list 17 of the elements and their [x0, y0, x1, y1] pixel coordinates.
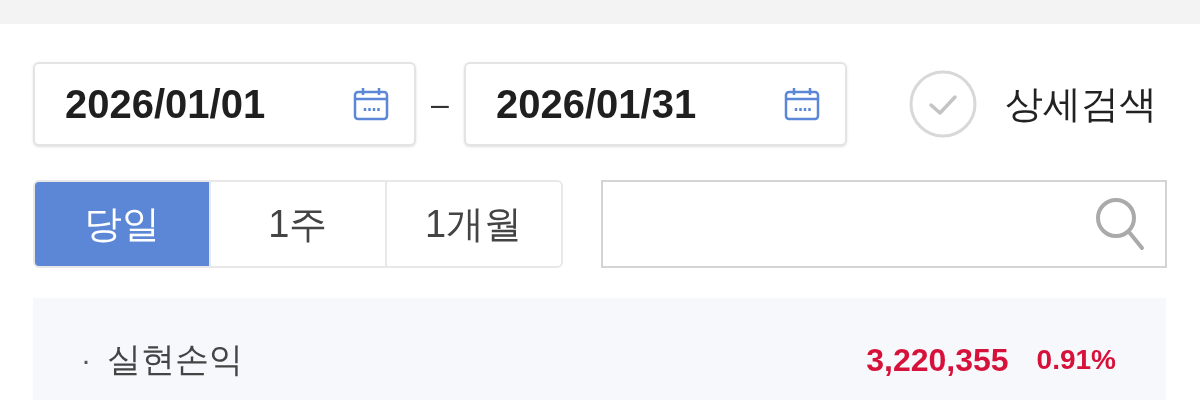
search-icon[interactable]: [1095, 197, 1145, 251]
check-icon[interactable]: [909, 70, 977, 138]
date-value: 2026/01/31: [496, 81, 697, 128]
date-value: 2026/01/01: [65, 81, 266, 128]
calendar-icon: [783, 86, 821, 122]
date-field[interactable]: 2026/01/31: [464, 62, 847, 146]
period-tab[interactable]: 1개월: [384, 182, 561, 266]
calendar-icon: [352, 86, 390, 122]
range-separator: –: [430, 85, 450, 124]
profit-rate: 0.91%: [1036, 342, 1116, 377]
summary-label: 실현손익: [107, 339, 243, 380]
period-tab[interactable]: 당일: [35, 182, 209, 266]
profit-amount: 3,220,355: [866, 340, 1009, 380]
detail-search-label[interactable]: 상세검색: [1005, 75, 1157, 133]
search-field[interactable]: [600, 180, 1167, 268]
date-field[interactable]: 2026/01/01: [33, 62, 416, 146]
bullet: ·: [81, 342, 91, 378]
